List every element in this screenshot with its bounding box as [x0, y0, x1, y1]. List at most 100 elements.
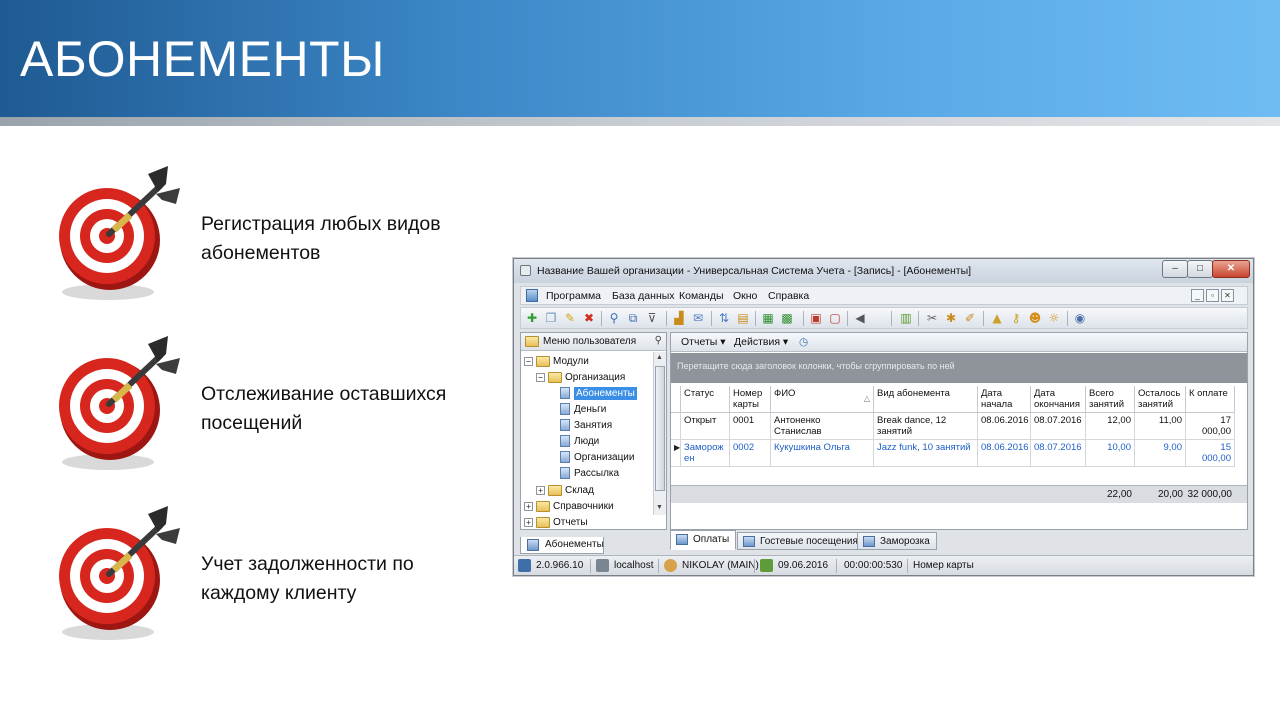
column-header-start-date[interactable]: Дата начала [978, 386, 1031, 413]
reports-dropdown[interactable]: Отчеты ▾ [681, 336, 726, 348]
tree-item-references[interactable]: + Справочники [524, 498, 614, 514]
handshake-icon[interactable]: ☼ [1047, 311, 1061, 325]
expand-icon[interactable]: + [524, 517, 533, 527]
window-new-icon[interactable]: ▣ [809, 311, 823, 325]
cell-name[interactable]: Антоненко Станислав [771, 413, 874, 440]
column-header-card-number[interactable]: Номер карты [730, 386, 771, 413]
lock-icon[interactable]: ▲ [990, 311, 1004, 325]
cell-status[interactable]: Заморожен [681, 440, 730, 467]
menu-commands[interactable]: Команды [679, 290, 724, 302]
group-icon[interactable]: ▤ [736, 311, 750, 325]
comment-icon[interactable]: ✉ [691, 311, 705, 325]
cell-card-number[interactable]: 0001 [730, 413, 771, 440]
toolbar-separator [918, 311, 919, 326]
import-icon[interactable]: ▦ [761, 311, 775, 325]
search-next-icon[interactable]: ⧉ [626, 311, 640, 325]
database-icon[interactable]: ◉ [1073, 311, 1087, 325]
menu-program[interactable]: Программа [546, 290, 601, 302]
tab-payments[interactable]: Оплаты [670, 530, 737, 550]
tab-guest-visits[interactable]: Гостевые посещения [737, 532, 865, 550]
tree-item-money[interactable]: Деньги [560, 401, 606, 417]
cell-subscription-type[interactable]: Jazz funk, 10 занятий [874, 440, 978, 467]
collapse-icon[interactable]: − [524, 356, 533, 366]
notes-icon[interactable]: ✐ [963, 311, 977, 325]
feature-text-line: Отслеживание оставшихся [201, 383, 447, 405]
mdi-restore-button[interactable]: ▫ [1206, 289, 1219, 302]
cell-card-number[interactable]: 0002 [730, 440, 771, 467]
tree-scrollbar[interactable]: ▲ ▼ [653, 352, 666, 515]
column-header-status[interactable]: Статус [681, 386, 730, 413]
cell-to-pay[interactable]: 17 000,00 [1186, 413, 1235, 440]
add-icon[interactable]: ✚ [525, 311, 539, 325]
tree-item-mailing[interactable]: Рассылка [560, 465, 619, 481]
column-header-subscription-type[interactable]: Вид абонемента [874, 386, 978, 413]
copy-icon[interactable]: ❐ [544, 311, 558, 325]
menu-help[interactable]: Справка [768, 290, 809, 302]
group-by-area[interactable]: Перетащите сюда заголовок колонки, чтобы… [671, 353, 1247, 383]
export-icon[interactable]: ▩ [780, 311, 794, 325]
scrollbar-thumb[interactable] [655, 366, 665, 491]
key-icon[interactable]: ⚷ [1009, 311, 1023, 325]
cell-name[interactable]: Кукушкина Ольга [771, 440, 874, 467]
edit-icon[interactable]: ✎ [563, 311, 577, 325]
maximize-button[interactable]: □ [1187, 260, 1213, 278]
clock-icon[interactable]: ◷ [799, 336, 808, 348]
cell-remaining-lessons[interactable]: 11,00 [1135, 413, 1186, 440]
tree-item-reports[interactable]: + Отчеты [524, 514, 588, 530]
tree-item-organizations[interactable]: Организации [560, 449, 634, 465]
pin-icon[interactable]: ⚲ [655, 335, 662, 346]
toolbar-separator [755, 311, 756, 326]
cell-start-date[interactable]: 08.06.2016 [978, 440, 1031, 467]
cell-total-lessons[interactable]: 12,00 [1086, 413, 1135, 440]
sound-icon[interactable]: ◀ [853, 311, 867, 325]
tools-icon[interactable]: ✂ [925, 311, 939, 325]
toolbar-separator [803, 311, 804, 326]
mdi-close-button[interactable]: ✕ [1221, 289, 1234, 302]
collapse-icon[interactable]: − [536, 372, 545, 382]
cell-total-lessons[interactable]: 10,00 [1086, 440, 1135, 467]
users-icon[interactable]: ☻ [1028, 311, 1042, 325]
tree-item-classes[interactable]: Занятия [560, 417, 612, 433]
column-header-end-date[interactable]: Дата окончания [1031, 386, 1086, 413]
cell-status[interactable]: Открыт [681, 413, 730, 440]
actions-dropdown[interactable]: Действия ▾ [734, 336, 788, 348]
scroll-up-icon[interactable]: ▲ [656, 354, 663, 361]
cell-to-pay[interactable]: 15 000,00 [1186, 440, 1235, 467]
target-dart-icon [59, 336, 180, 470]
tree-item-people[interactable]: Люди [560, 433, 599, 449]
chart-icon[interactable]: ▟ [672, 311, 686, 325]
settings-icon[interactable]: ✱ [944, 311, 958, 325]
filter-icon[interactable]: ⊽ [645, 311, 659, 325]
column-header-remaining-lessons[interactable]: Осталось занятий [1135, 386, 1186, 413]
window-close-icon[interactable]: ▢ [828, 311, 842, 325]
sort-icon[interactable]: ⇅ [717, 311, 731, 325]
column-header-name[interactable]: ФИО △ [771, 386, 874, 413]
cell-end-date[interactable]: 08.07.2016 [1031, 413, 1086, 440]
menu-window[interactable]: Окно [733, 290, 757, 302]
search-icon[interactable]: ⚲ [607, 311, 621, 325]
scroll-down-icon[interactable]: ▼ [656, 504, 663, 511]
window-titlebar[interactable]: Название Вашей организации - Универсальн… [514, 259, 1253, 283]
cell-end-date[interactable]: 08.07.2016 [1031, 440, 1086, 467]
expand-icon[interactable]: + [524, 501, 533, 511]
tree-item-organization[interactable]: − Организация [536, 369, 625, 385]
column-header-total-lessons[interactable]: Всего занятий [1086, 386, 1135, 413]
tree-item-modules[interactable]: − Модули [524, 353, 589, 369]
tree-item-warehouse[interactable]: + Склад [536, 482, 594, 498]
expand-icon[interactable]: + [536, 485, 545, 495]
folder-icon [525, 336, 539, 347]
mdi-minimize-button[interactable]: _ [1191, 289, 1204, 302]
tree-item-subscriptions[interactable]: Абонементы [560, 385, 637, 401]
app-icon [520, 265, 531, 276]
cell-remaining-lessons[interactable]: 9,00 [1135, 440, 1186, 467]
minimize-button[interactable]: – [1162, 260, 1188, 278]
cell-start-date[interactable]: 08.06.2016 [978, 413, 1031, 440]
calendar-icon[interactable]: ▥ [899, 311, 913, 325]
close-button[interactable]: ✕ [1212, 260, 1250, 278]
document-tab-subscriptions[interactable]: Абонементы [520, 537, 604, 554]
cell-subscription-type[interactable]: Break dance, 12 занятий [874, 413, 978, 440]
menu-database[interactable]: База данных [612, 290, 675, 302]
delete-icon[interactable]: ✖ [582, 311, 596, 325]
tab-freeze[interactable]: Заморозка [857, 532, 937, 550]
column-header-to-pay[interactable]: К оплате [1186, 386, 1235, 413]
